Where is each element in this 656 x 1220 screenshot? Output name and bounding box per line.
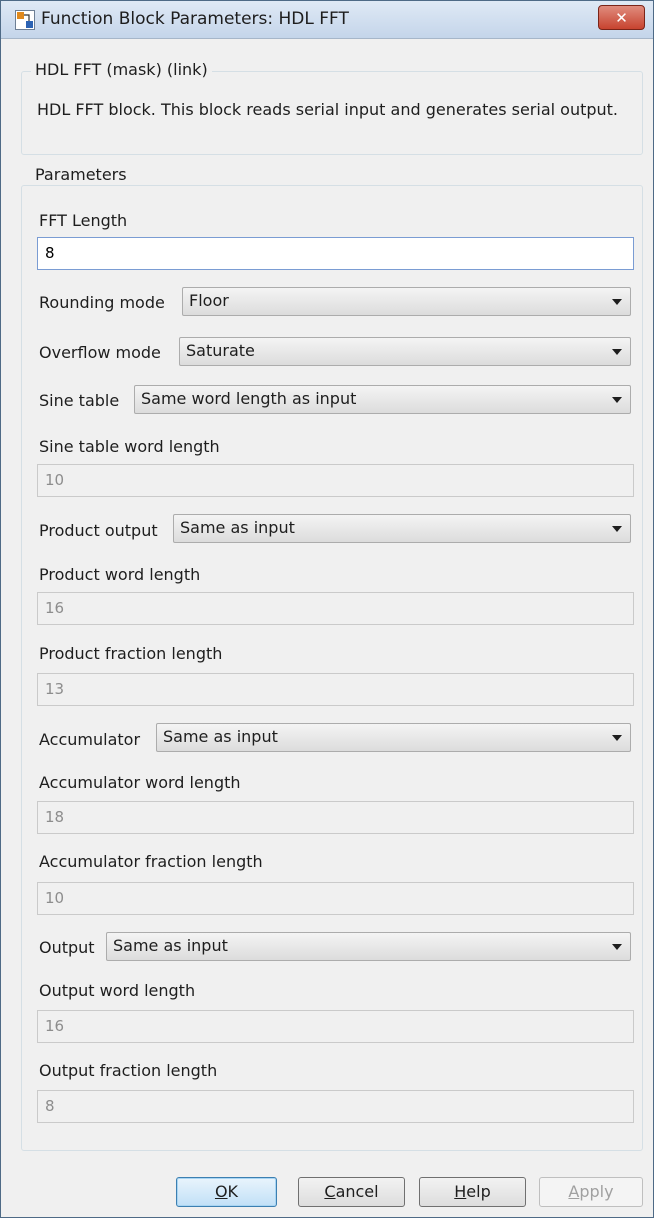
help-button[interactable]: Help xyxy=(419,1177,526,1207)
parameters-groupbox xyxy=(21,185,643,1151)
sine-table-value: Same word length as input xyxy=(141,389,357,408)
accumulator-select[interactable]: Same as input xyxy=(156,723,631,752)
output-word-length-input: 16 xyxy=(37,1010,634,1043)
sine-table-select[interactable]: Same word length as input xyxy=(134,385,631,414)
accumulator-label: Accumulator xyxy=(39,730,141,749)
cancel-mnemonic: C xyxy=(324,1182,336,1201)
product-output-label: Product output xyxy=(39,521,158,540)
accumulator-value: Same as input xyxy=(163,727,278,746)
chevron-down-icon xyxy=(612,526,622,532)
output-value: Same as input xyxy=(113,936,228,955)
product-output-value: Same as input xyxy=(180,518,295,537)
chevron-down-icon xyxy=(612,299,622,305)
ok-label-rest: K xyxy=(227,1182,239,1201)
output-fraction-length-input: 8 xyxy=(37,1090,634,1123)
title-bar[interactable]: Function Block Parameters: HDL FFT ✕ xyxy=(1,1,653,39)
help-mnemonic: H xyxy=(454,1182,467,1201)
overflow-mode-label: Overflow mode xyxy=(39,343,161,362)
simulink-block-icon xyxy=(15,10,35,30)
overflow-mode-select[interactable]: Saturate xyxy=(179,337,631,366)
overflow-mode-value: Saturate xyxy=(186,341,255,360)
sine-table-word-length-label: Sine table word length xyxy=(39,437,220,456)
ok-mnemonic: O xyxy=(214,1182,228,1201)
rounding-mode-label: Rounding mode xyxy=(39,293,165,312)
product-word-length-label: Product word length xyxy=(39,565,201,584)
accumulator-fraction-length-input: 10 xyxy=(37,882,634,915)
chevron-down-icon xyxy=(612,944,622,950)
apply-mnemonic: A xyxy=(568,1182,580,1201)
product-fraction-length-label: Product fraction length xyxy=(39,644,223,663)
mask-groupbox-title: HDL FFT (mask) (link) xyxy=(31,60,212,79)
product-fraction-length-input: 13 xyxy=(37,673,634,706)
rounding-mode-value: Floor xyxy=(189,291,229,310)
accumulator-fraction-length-label: Accumulator fraction length xyxy=(39,852,263,871)
help-label-rest: elp xyxy=(466,1182,491,1201)
accumulator-word-length-label: Accumulator word length xyxy=(39,773,241,792)
output-word-length-label: Output word length xyxy=(39,981,196,1000)
window-title: Function Block Parameters: HDL FFT xyxy=(41,9,349,29)
output-label: Output xyxy=(39,938,95,957)
apply-label-rest: pply xyxy=(579,1182,614,1201)
output-select[interactable]: Same as input xyxy=(106,932,631,961)
fft-length-label: FFT Length xyxy=(39,211,128,230)
close-button[interactable]: ✕ xyxy=(598,5,645,30)
block-description: HDL FFT block. This block reads serial i… xyxy=(37,100,619,119)
cancel-label-rest: ancel xyxy=(335,1182,379,1201)
fft-length-input[interactable]: 8 xyxy=(37,237,634,270)
accumulator-word-length-input: 18 xyxy=(37,801,634,834)
chevron-down-icon xyxy=(612,735,622,741)
rounding-mode-select[interactable]: Floor xyxy=(182,287,631,316)
parameters-groupbox-title: Parameters xyxy=(31,165,131,184)
apply-button: Apply xyxy=(539,1177,643,1207)
sine-table-label: Sine table xyxy=(39,391,120,410)
cancel-button[interactable]: Cancel xyxy=(298,1177,405,1207)
output-fraction-length-label: Output fraction length xyxy=(39,1061,218,1080)
sine-table-word-length-input: 10 xyxy=(37,464,634,497)
dialog-window: Function Block Parameters: HDL FFT ✕ HDL… xyxy=(0,0,654,1218)
close-icon: ✕ xyxy=(615,9,628,27)
ok-button[interactable]: OK xyxy=(176,1177,277,1207)
product-word-length-input: 16 xyxy=(37,592,634,625)
chevron-down-icon xyxy=(612,349,622,355)
chevron-down-icon xyxy=(612,397,622,403)
product-output-select[interactable]: Same as input xyxy=(173,514,631,543)
